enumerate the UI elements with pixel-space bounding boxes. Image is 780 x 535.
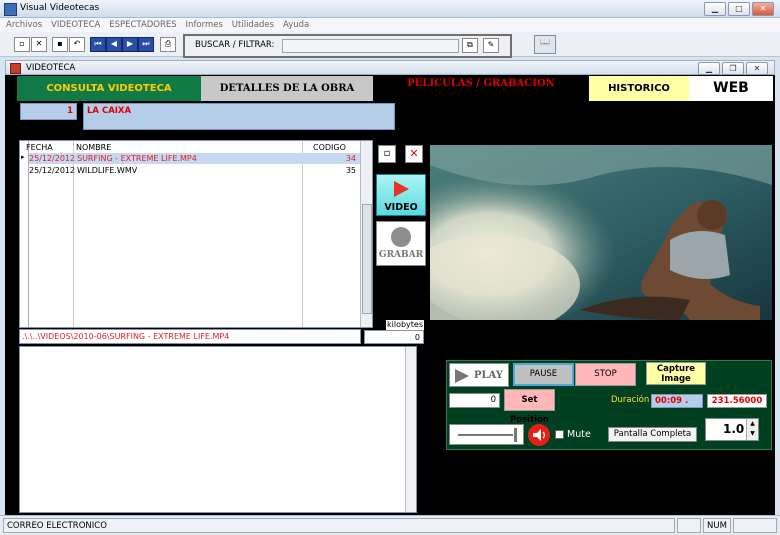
record-name[interactable]: LA CAIXA xyxy=(83,103,395,130)
menu-videoteca[interactable]: VIDEOTECA xyxy=(51,20,100,30)
menu-utilidades[interactable]: Utilidades xyxy=(232,20,274,30)
fullscreen-button[interactable]: Pantalla Completa xyxy=(608,427,697,442)
duracion-label: Duración xyxy=(611,395,650,405)
tab-historico[interactable]: HISTORICO xyxy=(589,76,689,101)
status-cell-blank xyxy=(677,518,701,533)
first-record-icon[interactable]: ⏮ xyxy=(90,37,106,52)
filter-icon[interactable]: ⧉ xyxy=(462,38,478,53)
prev-record-icon[interactable]: ◀ xyxy=(106,37,122,52)
clear-filter-icon[interactable]: ✎ xyxy=(483,38,499,53)
maximize-icon[interactable]: □ xyxy=(728,2,750,16)
search-box: BUSCAR / FILTRAR: ⧉ ✎ xyxy=(183,34,512,58)
tab-detalles-obra[interactable]: DETALLES DE LA OBRA xyxy=(201,76,373,101)
time-value: 00:09 xyxy=(655,396,683,406)
new-file-icon[interactable]: ▫ xyxy=(378,145,396,163)
scrollbar-thumb[interactable] xyxy=(362,204,372,314)
video-button[interactable]: VIDEO xyxy=(376,174,426,216)
mdi-close-icon[interactable]: ✕ xyxy=(746,62,768,75)
row-selector-column xyxy=(20,141,29,327)
speaker-icon[interactable] xyxy=(528,424,550,446)
title-bar: Visual Videotecas ▁ □ ✕ xyxy=(0,0,780,18)
pause-button[interactable]: PAUSE xyxy=(513,363,574,386)
volume-thumb[interactable] xyxy=(514,428,517,442)
capture-image-button[interactable]: Capture Image xyxy=(646,362,706,385)
position-input[interactable]: 0 xyxy=(449,393,500,408)
grabar-button[interactable]: GRABAR xyxy=(376,221,426,266)
mdi-restore-icon[interactable]: ❐ xyxy=(722,62,744,75)
speed-spinner[interactable]: ▲ ▼ xyxy=(746,419,758,440)
kilobytes-label: kilobytes xyxy=(386,320,424,330)
notes-area[interactable] xyxy=(19,346,417,513)
col-nombre: NOMBRE xyxy=(76,143,112,152)
set-position-button[interactable]: Set Position xyxy=(504,389,555,425)
player-controls: PLAY PAUSE STOP Capture Image 0 Set Posi… xyxy=(446,360,772,450)
time-display: 00:09 . xyxy=(651,394,703,408)
next-record-icon[interactable]: ▶ xyxy=(122,37,138,52)
app-icon xyxy=(4,3,17,16)
toolbar: ▫ ✕ ▪ ↶ ⏮ ◀ ▶ ⏭ ⎙ BUSCAR / FILTRAR: ⧉ ✎ … xyxy=(0,32,780,58)
grabar-label: GRABAR xyxy=(378,250,424,260)
status-text: CORREO ELECTRONICO xyxy=(3,518,675,533)
mdi-minimize-icon[interactable]: ▁ xyxy=(698,62,720,75)
mute-checkbox[interactable] xyxy=(555,430,564,439)
file-list: FECHA NOMBRE CODIGO 25/12/2012 SURFING -… xyxy=(19,140,373,328)
video-frame[interactable] xyxy=(430,145,772,320)
record-icon xyxy=(391,227,411,247)
mdi-title-bar: VIDEOTECA ▁ ❐ ✕ xyxy=(5,60,775,75)
col-fecha: FECHA xyxy=(26,143,53,152)
row-fecha: 25/12/2012 xyxy=(29,154,76,163)
play-icon xyxy=(455,369,469,383)
row-nombre: WILDLIFE.WMV xyxy=(77,166,138,175)
notes-scrollbar[interactable] xyxy=(405,347,416,512)
mdi-icon xyxy=(10,63,21,74)
print-icon[interactable]: ⎙ xyxy=(160,37,176,52)
last-record-icon[interactable]: ⏭ xyxy=(138,37,154,52)
search-label: BUSCAR / FILTRAR: xyxy=(195,40,275,50)
col-codigo: CODIGO xyxy=(313,143,346,152)
row-nombre: SURFING - EXTREME LIFE.MP4 xyxy=(77,154,197,163)
minimize-icon[interactable]: ▁ xyxy=(704,2,726,16)
row-fecha: 25/12/2012 xyxy=(29,166,76,175)
tab-peliculas-grabacion[interactable]: PELICULAS / GRABACION xyxy=(373,76,589,101)
file-path: .\.\..\VIDEOS\2010-06\SURFING - EXTREME … xyxy=(19,329,361,344)
search-input[interactable] xyxy=(282,39,459,53)
status-cell-blank xyxy=(733,518,777,533)
menu-espectadores[interactable]: ESPECTADORES xyxy=(109,20,176,30)
list-scrollbar[interactable] xyxy=(360,141,372,327)
current-row-arrow-icon: ▸ xyxy=(21,153,25,161)
mdi-title: VIDEOTECA xyxy=(26,63,76,73)
play-label: PLAY xyxy=(474,370,503,381)
record-number[interactable]: 1 xyxy=(20,103,77,120)
time-dot: . xyxy=(685,396,689,406)
undo-icon[interactable]: ↶ xyxy=(69,37,85,52)
menu-archivos[interactable]: Archivos xyxy=(6,20,42,30)
total-duration: 231.56000 xyxy=(707,394,767,408)
volume-slider[interactable] xyxy=(449,424,524,445)
kilobytes-value: 0 xyxy=(364,330,424,344)
table-row[interactable]: 25/12/2012 WILDLIFE.WMV 35 xyxy=(29,165,360,176)
row-codigo: 35 xyxy=(345,166,356,175)
stop-button[interactable]: STOP xyxy=(575,363,636,386)
new-doc-icon[interactable]: ▫ xyxy=(14,37,30,52)
menu-bar: Archivos VIDEOTECA ESPECTADORES Informes… xyxy=(0,18,780,32)
menu-informes[interactable]: Informes xyxy=(186,20,223,30)
book-icon[interactable]: 📖 xyxy=(534,35,556,54)
row-codigo: 34 xyxy=(345,154,356,163)
window-title: Visual Videotecas xyxy=(20,3,100,13)
save-icon[interactable]: ▪ xyxy=(52,37,68,52)
table-row[interactable]: 25/12/2012 SURFING - EXTREME LIFE.MP4 34 xyxy=(29,153,360,164)
status-bar: CORREO ELECTRONICO NUM xyxy=(0,515,780,535)
delete-file-icon[interactable]: ✕ xyxy=(405,145,423,163)
close-icon[interactable]: ✕ xyxy=(752,2,774,16)
mute-label: Mute xyxy=(567,429,591,440)
menu-ayuda[interactable]: Ayuda xyxy=(283,20,309,30)
video-label: VIDEO xyxy=(384,202,418,213)
tab-web[interactable]: WEB xyxy=(689,76,773,101)
delete-doc-icon[interactable]: ✕ xyxy=(31,37,47,52)
volume-track xyxy=(458,434,513,436)
play-button[interactable]: PLAY xyxy=(449,363,509,387)
status-num: NUM xyxy=(703,518,731,533)
tab-consulta-videoteca[interactable]: CONSULTA VIDEOTECA xyxy=(17,76,201,101)
play-icon xyxy=(394,181,409,197)
